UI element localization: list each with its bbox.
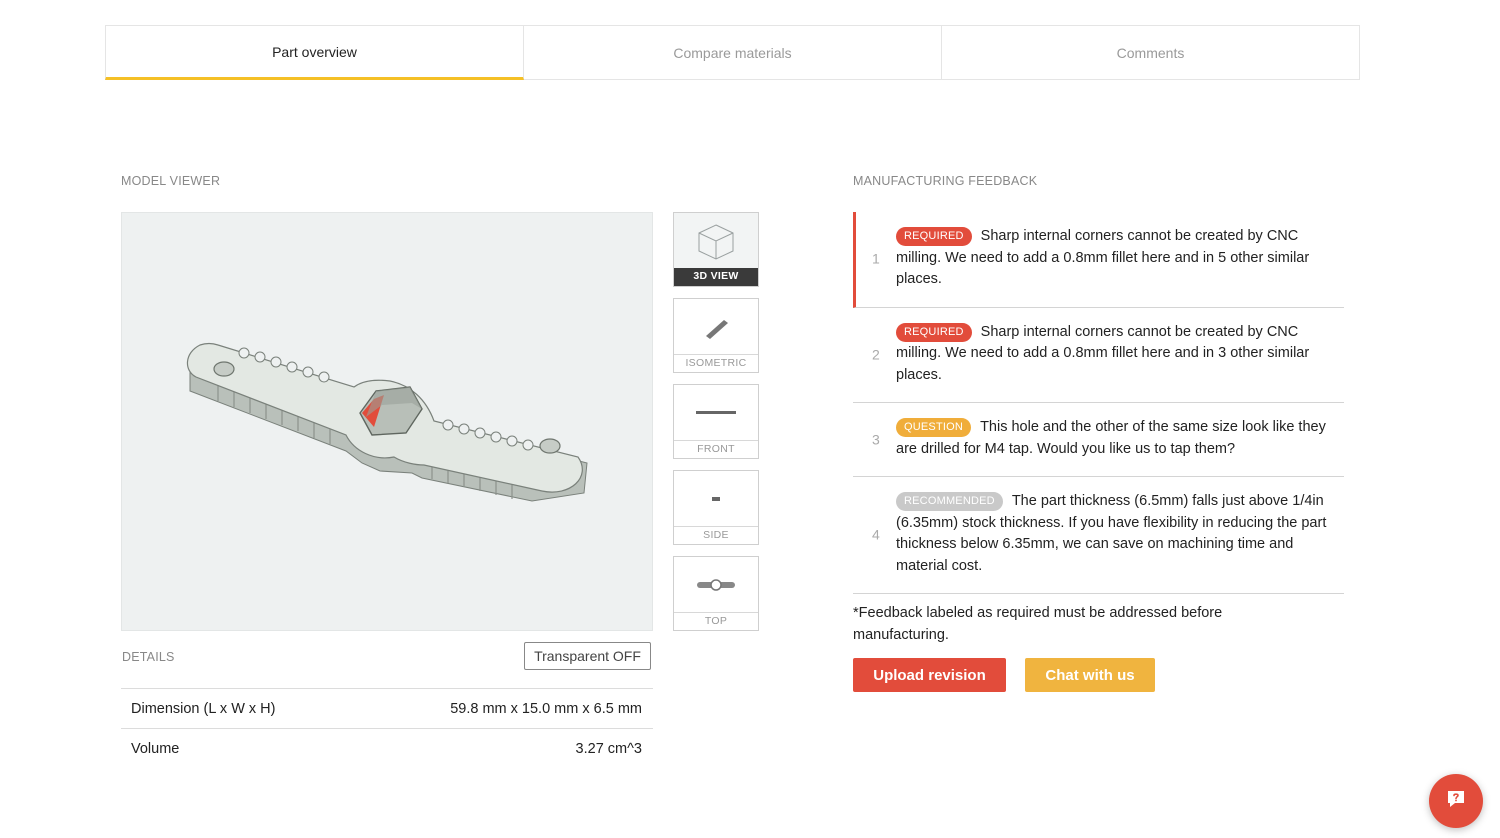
side-thumbnail-icon xyxy=(674,471,758,526)
front-thumbnail-icon xyxy=(674,385,758,440)
view-button-front[interactable]: FRONT xyxy=(673,384,759,459)
feedback-number: 2 xyxy=(872,346,880,362)
isometric-thumbnail-icon xyxy=(674,299,758,354)
feedback-item[interactable]: 1 REQUIRED Sharp internal corners cannot … xyxy=(853,212,1344,308)
detail-value: 3.27 cm^3 xyxy=(575,740,642,757)
tab-bar: Part overview Compare materials Comments xyxy=(105,25,1360,80)
feedback-list: 1 REQUIRED Sharp internal corners cannot … xyxy=(853,212,1344,594)
detail-value: 59.8 mm x 15.0 mm x 6.5 mm xyxy=(450,700,642,717)
cube-icon xyxy=(674,213,758,268)
view-label: SIDE xyxy=(674,526,758,544)
feedback-item[interactable]: 2 REQUIRED Sharp internal corners cannot … xyxy=(853,308,1344,403)
view-button-top[interactable]: TOP xyxy=(673,556,759,631)
transparent-toggle-button[interactable]: Transparent OFF xyxy=(524,642,651,670)
manufacturing-feedback-heading: MANUFACTURING FEEDBACK xyxy=(853,174,1038,188)
status-badge: QUESTION xyxy=(896,418,972,437)
upload-revision-button[interactable]: Upload revision xyxy=(853,658,1006,692)
status-badge: REQUIRED xyxy=(896,227,972,246)
view-button-3d[interactable]: 3D VIEW xyxy=(673,212,759,287)
view-label: TOP xyxy=(674,612,758,630)
model-viewer-canvas[interactable] xyxy=(121,212,653,631)
status-badge: RECOMMENDED xyxy=(896,492,1003,511)
view-button-isometric[interactable]: ISOMETRIC xyxy=(673,298,759,373)
details-heading: DETAILS xyxy=(122,650,175,664)
status-badge: REQUIRED xyxy=(896,322,972,342)
tab-comments[interactable]: Comments xyxy=(942,25,1360,80)
view-selector: 3D VIEW ISOMETRIC FRONT SIDE TOP xyxy=(673,212,759,642)
detail-label: Volume xyxy=(131,740,180,757)
feedback-footnote: *Feedback labeled as required must be ad… xyxy=(853,605,1223,643)
view-button-side[interactable]: SIDE xyxy=(673,470,759,545)
view-label: FRONT xyxy=(674,440,758,458)
tab-part-overview[interactable]: Part overview xyxy=(105,25,524,80)
feedback-number: 4 xyxy=(872,526,880,543)
details-table: Dimension (L x W x H) 59.8 mm x 15.0 mm … xyxy=(121,688,653,768)
table-row: Dimension (L x W x H) 59.8 mm x 15.0 mm … xyxy=(121,688,653,728)
chat-launcher-button[interactable] xyxy=(1429,774,1483,828)
view-label: 3D VIEW xyxy=(674,268,758,286)
view-label: ISOMETRIC xyxy=(674,354,758,372)
chat-bubble-icon xyxy=(1445,788,1467,815)
table-row: Volume 3.27 cm^3 xyxy=(121,728,653,768)
detail-label: Dimension (L x W x H) xyxy=(131,700,276,717)
part-3d-model xyxy=(186,342,588,502)
feedback-number: 3 xyxy=(872,430,880,447)
feedback-number: 1 xyxy=(872,250,880,267)
top-thumbnail-icon xyxy=(674,557,758,612)
tab-compare-materials[interactable]: Compare materials xyxy=(524,25,942,80)
feedback-item[interactable]: 3 QUESTION This hole and the other of the… xyxy=(853,403,1344,477)
model-viewer-heading: MODEL VIEWER xyxy=(121,174,221,188)
chat-with-us-button[interactable]: Chat with us xyxy=(1025,658,1155,692)
feedback-item[interactable]: 4 RECOMMENDED The part thickness (6.5mm) … xyxy=(853,477,1344,594)
